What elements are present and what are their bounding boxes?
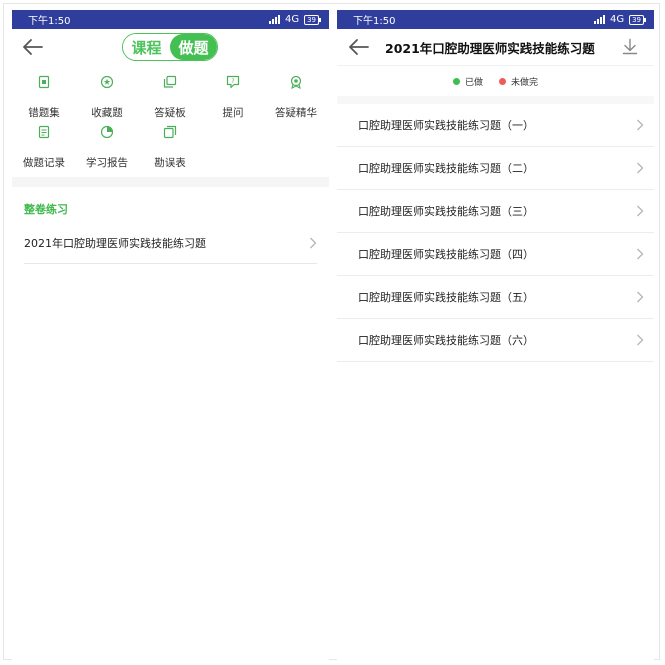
favorite-icon [100, 75, 114, 89]
chevron-right-icon [637, 248, 644, 260]
menu-favorites[interactable]: 收藏题 [77, 75, 137, 120]
menu-study-report[interactable]: 学习报告 [77, 125, 137, 170]
mode-switch: 课程 做题 [122, 33, 218, 61]
menu-label: 勘误表 [154, 157, 186, 169]
back-arrow-icon[interactable] [22, 38, 44, 56]
chevron-right-icon [637, 205, 644, 217]
battery-icon: 39 [304, 14, 321, 25]
signal-icon [593, 15, 605, 24]
download-icon[interactable] [622, 38, 638, 55]
status-legend: 已做 未做完 [337, 66, 654, 104]
unfinished-dot [499, 77, 506, 85]
menu-errata[interactable]: 勘误表 [140, 125, 200, 170]
network-type: 4G [284, 14, 300, 25]
svg-text:?: ? [231, 78, 234, 85]
ask-question-icon: ? [226, 75, 240, 89]
section-divider [12, 177, 329, 187]
status-time: 下午1:50 [28, 16, 71, 27]
list-item[interactable]: 口腔助理医师实践技能练习题（五） [337, 276, 654, 319]
menu-qa-highlights[interactable]: 答疑精华 [266, 75, 326, 120]
tab-course[interactable]: 课程 [123, 34, 170, 60]
list-item[interactable]: 口腔助理医师实践技能练习题（一） [337, 104, 654, 147]
exercise-list: 口腔助理医师实践技能练习题（一） 口腔助理医师实践技能练习题（二） 口腔助理医师… [337, 104, 654, 362]
practice-record-icon [38, 125, 50, 139]
tab-practice[interactable]: 做题 [170, 34, 217, 60]
done-dot [452, 77, 460, 85]
qa-highlights-icon [290, 75, 302, 89]
menu-label: 提问 [222, 107, 244, 119]
list-item[interactable]: 口腔助理医师实践技能练习题（三） [337, 190, 654, 233]
status-bar: 下午1:50 4G 39 [12, 10, 329, 29]
feature-grid: 错题集 收藏题 答疑板 ? 提问 答疑精华 做题记录 学习报告 勘误表 [12, 67, 329, 177]
menu-label: 答疑板 [154, 107, 186, 119]
menu-label: 学习报告 [86, 157, 128, 169]
exam-detail-screen: 下午1:50 4G 39 2021年口腔助理医师实践技能练习题 已做 未做完 口… [337, 10, 654, 660]
page-title: 2021年口腔助理医师实践技能练习题 [385, 41, 595, 56]
exam-item-title: 2021年口腔助理医师实践技能练习题 [24, 237, 206, 250]
section-title: 整卷练习 [24, 203, 68, 216]
menu-practice-record[interactable]: 做题记录 [14, 125, 74, 170]
legend-unfinished: 未做完 [499, 75, 538, 88]
list-item[interactable]: 口腔助理医师实践技能练习题（四） [337, 233, 654, 276]
study-report-icon [100, 125, 114, 139]
chevron-right-icon [637, 119, 644, 131]
network-type: 4G [609, 14, 625, 25]
chevron-right-icon [637, 291, 644, 303]
signal-icon [268, 15, 280, 24]
status-time: 下午1:50 [353, 16, 396, 27]
practice-home-screen: 下午1:50 4G 39 课程 做题 错题集 收藏题 答疑板 ? 提问 答疑精华… [12, 10, 329, 660]
back-arrow-icon[interactable] [348, 38, 370, 56]
header: 课程 做题 [12, 29, 329, 67]
chevron-right-icon [310, 237, 317, 249]
errata-icon [163, 125, 177, 139]
chevron-right-icon [637, 162, 644, 174]
header: 2021年口腔助理医师实践技能练习题 [337, 29, 654, 66]
qa-board-icon [163, 75, 177, 88]
exam-list-item[interactable]: 2021年口腔助理医师实践技能练习题 [24, 223, 317, 264]
error-book-icon [38, 75, 50, 89]
chevron-right-icon [637, 334, 644, 346]
menu-label: 答疑精华 [275, 107, 317, 119]
menu-error-book[interactable]: 错题集 [14, 75, 74, 120]
status-bar: 下午1:50 4G 39 [337, 10, 654, 29]
menu-label: 错题集 [28, 107, 60, 119]
legend-done: 已做 [452, 75, 483, 88]
menu-qa-board[interactable]: 答疑板 [140, 75, 200, 120]
menu-label: 做题记录 [23, 157, 65, 169]
battery-icon: 39 [629, 14, 646, 25]
list-item[interactable]: 口腔助理医师实践技能练习题（六） [337, 319, 654, 362]
menu-label: 收藏题 [91, 107, 123, 119]
list-item[interactable]: 口腔助理医师实践技能练习题（二） [337, 147, 654, 190]
menu-ask-question[interactable]: ? 提问 [203, 75, 263, 120]
